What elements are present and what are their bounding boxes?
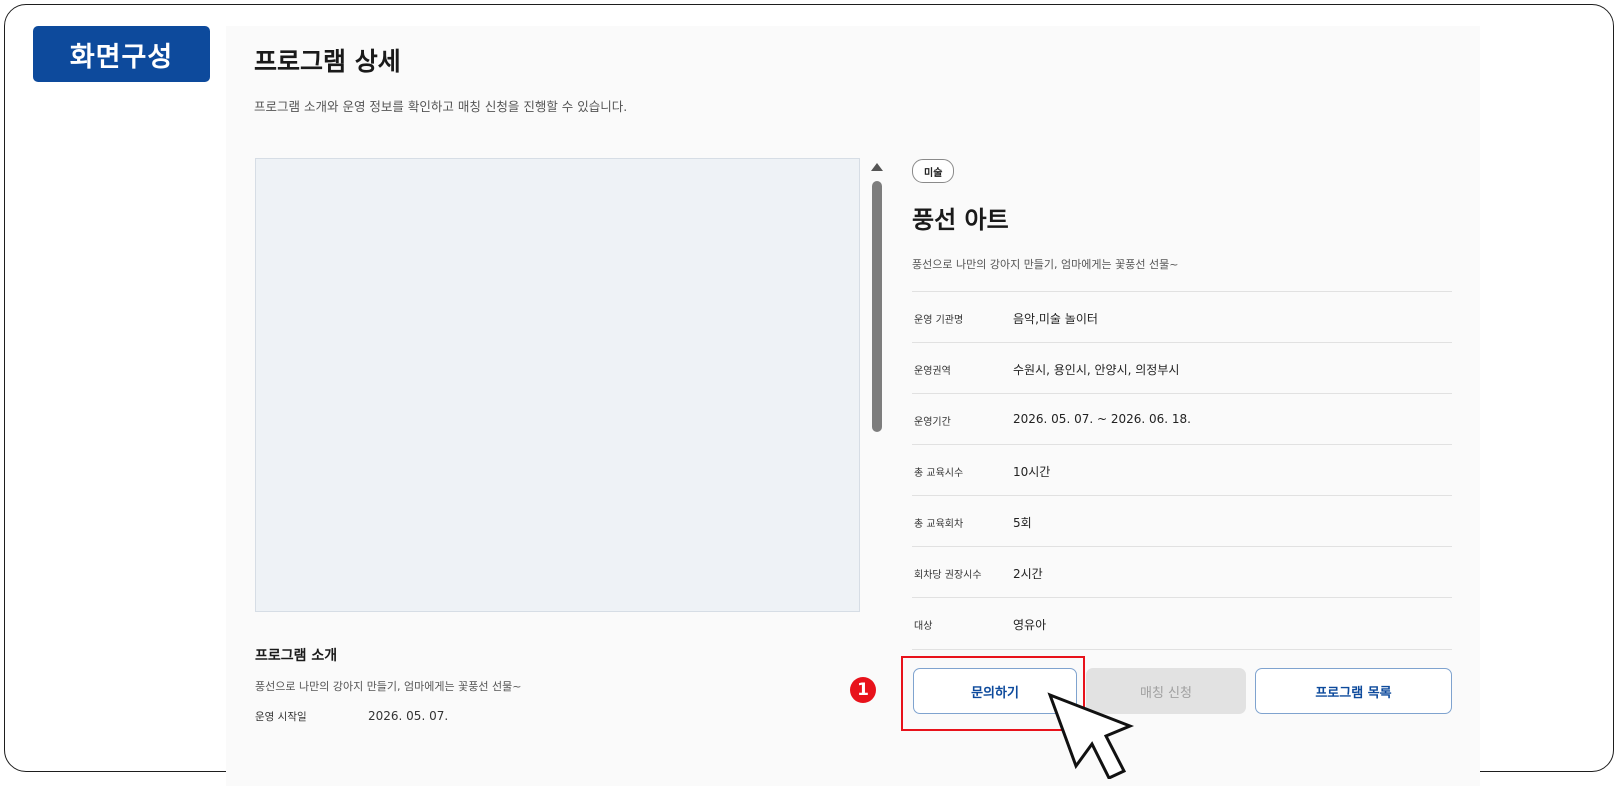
info-label: 운영권역 (914, 366, 951, 377)
info-value: 2026. 05. 07. ~ 2026. 06. 18. (1013, 412, 1191, 426)
info-label: 운영기간 (914, 417, 951, 428)
page-title: 프로그램 상세 (254, 47, 401, 76)
pointer-cursor-icon (1047, 692, 1135, 779)
info-value: 수원시, 용인시, 안양시, 의정부시 (1013, 363, 1180, 377)
program-description: 풍선으로 나만의 강아지 만들기, 엄마에게는 꽃풍선 선물~ (912, 258, 1179, 271)
info-row-period: 운영기간 2026. 05. 07. ~ 2026. 06. 18. (912, 393, 1452, 445)
program-list-button[interactable]: 프로그램 목록 (1255, 668, 1452, 714)
intro-text: 풍선으로 나만의 강아지 만들기, 엄마에게는 꽃풍선 선물~ (255, 680, 522, 693)
scroll-up-arrow-icon[interactable] (871, 163, 883, 171)
info-row-total-hours: 총 교육시수 10시간 (912, 444, 1452, 496)
start-date-label: 운영 시작일 (255, 711, 307, 723)
info-value: 10시간 (1013, 465, 1051, 479)
info-label: 대상 (914, 621, 933, 632)
annotation-marker: 1 (850, 677, 876, 703)
section-badge: 화면구성 (33, 26, 210, 82)
info-label: 총 교육시수 (914, 468, 964, 479)
program-image-placeholder (255, 158, 860, 612)
info-row-total-sessions: 총 교육회차 5회 (912, 495, 1452, 547)
info-value: 5회 (1013, 516, 1032, 530)
info-row-target: 대상 영유아 (912, 597, 1452, 650)
page-subtitle: 프로그램 소개와 운영 정보를 확인하고 매칭 신청을 진행할 수 있습니다. (254, 99, 628, 114)
info-label: 운영 기관명 (914, 315, 964, 326)
info-value: 2시간 (1013, 567, 1043, 581)
category-chip: 미술 (912, 159, 955, 183)
intro-heading: 프로그램 소개 (255, 648, 338, 664)
program-name: 풍선 아트 (912, 206, 1009, 234)
info-label: 회차당 권장시수 (914, 570, 982, 581)
start-date-value: 2026. 05. 07. (368, 709, 449, 723)
info-row-hours-per-session: 회차당 권장시수 2시간 (912, 546, 1452, 598)
info-row-agency: 운영 기관명 음악,미술 놀이터 (912, 291, 1452, 343)
info-row-region: 운영권역 수원시, 용인시, 안양시, 의정부시 (912, 342, 1452, 394)
scrollbar-thumb[interactable] (872, 181, 882, 432)
info-value: 영유아 (1013, 618, 1047, 632)
info-label: 총 교육회차 (914, 519, 964, 530)
info-value: 음악,미술 놀이터 (1013, 312, 1098, 326)
